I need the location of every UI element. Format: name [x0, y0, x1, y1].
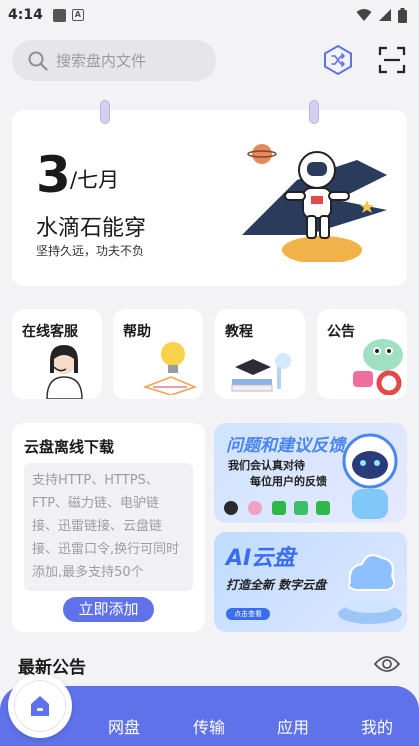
- daily-subtitle: 坚持久远，功夫不负: [36, 244, 145, 258]
- announcement-card[interactable]: 公告: [317, 309, 407, 399]
- ai-banner-title: AI云盘: [226, 546, 296, 571]
- customer-service-card[interactable]: 在线客服: [12, 309, 102, 399]
- scan-icon: [378, 46, 406, 74]
- search-bar[interactable]: 搜索盘内文件: [12, 40, 216, 81]
- robot-illustration: [342, 433, 398, 519]
- feedback-banner-line1: 我们会认真对待: [228, 459, 305, 472]
- contact-channel-icons: [224, 501, 330, 515]
- feedback-banner-title: 问题和建议反馈: [226, 436, 345, 456]
- ai-cloud-banner[interactable]: AI云盘 打造全新 数字云盘 点击查看: [214, 532, 407, 632]
- daily-quote-card: 3 /七月 水滴石能穿 坚持久远，功夫不负: [12, 100, 407, 286]
- ai-banner-button[interactable]: 点击查看: [226, 608, 270, 620]
- tutorial-label: 教程: [225, 324, 253, 340]
- cloud-illustration: [338, 554, 402, 624]
- scan-button[interactable]: [376, 44, 408, 76]
- lightbulb-icon: [143, 342, 198, 395]
- tutorial-card[interactable]: 教程: [215, 309, 305, 399]
- wifi-icon: [356, 9, 372, 21]
- app-notification-icon: A: [71, 9, 84, 21]
- customer-service-illustration: [46, 345, 83, 399]
- notification-icon: [52, 8, 66, 22]
- offline-link-input[interactable]: 支持HTTP、HTTPS、FTP、磁力链、电驴链接、迅雷链接、云盘链接、迅雷口令…: [24, 463, 193, 591]
- help-card[interactable]: 帮助: [113, 309, 203, 399]
- status-bar: 4:14 A: [0, 0, 419, 30]
- customer-service-label: 在线客服: [22, 324, 78, 340]
- calendar-ring: [309, 100, 319, 124]
- shuffle-button[interactable]: [322, 44, 354, 76]
- feedback-banner[interactable]: 问题和建议反馈 我们会认真对待 每位用户的反馈: [214, 423, 407, 523]
- status-time: 4:14: [8, 7, 43, 23]
- search-placeholder: 搜索盘内文件: [56, 52, 147, 70]
- eye-icon[interactable]: [374, 654, 400, 674]
- graduation-cap-icon: [231, 353, 291, 392]
- megaphone-icon: [353, 339, 403, 395]
- tab-cloud-drive[interactable]: 网盘: [108, 714, 140, 738]
- daily-slogan: 水滴石能穿: [36, 216, 147, 241]
- search-icon: [28, 51, 48, 71]
- offline-download-title: 云盘离线下载: [24, 438, 115, 456]
- signal-icon: [379, 9, 391, 21]
- tab-profile[interactable]: 我的: [361, 714, 393, 738]
- tab-apps[interactable]: 应用: [277, 714, 309, 738]
- date-month: /七月: [70, 168, 120, 192]
- add-download-button[interactable]: 立即添加: [63, 597, 154, 622]
- home-button[interactable]: [8, 674, 72, 738]
- date-day: 3: [36, 146, 71, 204]
- home-icon: [31, 696, 49, 716]
- astronaut-illustration: [242, 144, 387, 262]
- latest-notice-title: 最新公告: [18, 658, 86, 678]
- feedback-banner-line2: 每位用户的反馈: [250, 475, 327, 488]
- ai-banner-subtitle: 打造全新 数字云盘: [226, 578, 327, 592]
- shuffle-icon: [324, 44, 352, 76]
- calendar-ring: [100, 100, 110, 124]
- battery-icon: [398, 7, 407, 23]
- tab-transfer[interactable]: 传输: [193, 714, 225, 738]
- offline-download-card: 云盘离线下载 支持HTTP、HTTPS、FTP、磁力链、电驴链接、迅雷链接、云盘…: [12, 423, 205, 632]
